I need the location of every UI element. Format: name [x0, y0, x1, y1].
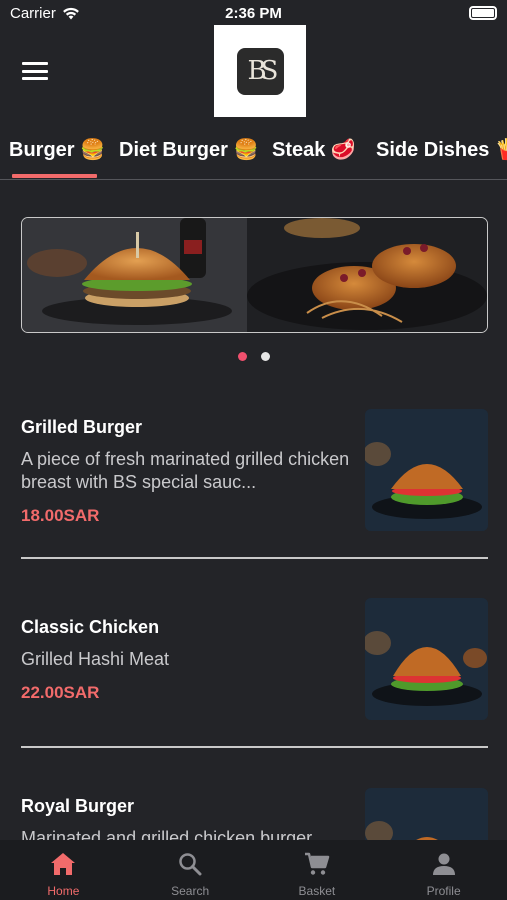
tab-steak[interactable]: Steak 🥩	[272, 138, 356, 178]
status-time: 2:36 PM	[225, 5, 282, 22]
item-description: A piece of fresh marinated grilled chick…	[21, 449, 350, 492]
search-icon	[178, 850, 202, 878]
menu-item[interactable]: Royal Burger Marinated and grilled chick…	[21, 788, 488, 840]
nav-label: Home	[47, 884, 80, 898]
tab-burger[interactable]: Burger 🍔	[9, 138, 105, 178]
carousel-dot-active[interactable]	[237, 352, 247, 361]
nav-label: Basket	[298, 884, 336, 898]
brand-logo: BS	[214, 25, 306, 117]
nav-basket[interactable]: Basket	[254, 840, 381, 900]
category-tabs: Burger 🍔 Diet Burger 🍔 Steak 🥩 Side Dish…	[0, 130, 507, 180]
logo-mark: BS	[236, 47, 284, 95]
item-image	[365, 598, 488, 720]
nav-label: Profile	[426, 884, 461, 898]
item-title: Grilled Burger	[21, 417, 143, 437]
item-image	[365, 409, 488, 531]
hamburger-line	[22, 77, 48, 80]
tab-side-dishes[interactable]: Side Dishes 🍟	[376, 138, 507, 178]
cart-icon	[304, 850, 330, 878]
item-title: Royal Burger	[21, 796, 135, 816]
carousel-dots	[0, 352, 507, 361]
tab-diet-burger[interactable]: Diet Burger 🍔	[119, 138, 258, 178]
item-price: 22.00SAR	[21, 683, 100, 702]
nav-search[interactable]: Search	[127, 840, 254, 900]
menu-item[interactable]: Grilled Burger A piece of fresh marinate…	[21, 409, 488, 534]
item-title: Classic Chicken	[21, 617, 160, 637]
divider	[21, 557, 488, 559]
status-bar: Carrier 2:36 PM	[0, 0, 507, 26]
menu-item[interactable]: Classic Chicken Grilled Hashi Meat 22.00…	[21, 598, 488, 723]
item-description: Grilled Hashi Meat	[21, 649, 170, 669]
carousel-dot[interactable]	[260, 352, 270, 361]
active-tab-indicator	[12, 174, 97, 178]
hamburger-line	[22, 62, 48, 65]
item-description: Marinated and grilled chicken burger	[21, 828, 313, 840]
carousel-image	[22, 218, 487, 332]
person-icon	[432, 850, 456, 878]
nav-profile[interactable]: Profile	[380, 840, 507, 900]
item-image	[365, 788, 488, 840]
home-icon	[50, 850, 76, 878]
nav-home[interactable]: Home	[0, 840, 127, 900]
item-price: 18.00SAR	[21, 506, 100, 525]
nav-label: Search	[171, 884, 210, 898]
menu-button[interactable]	[22, 60, 48, 82]
promo-carousel[interactable]	[21, 217, 488, 333]
divider	[21, 746, 488, 748]
hamburger-line	[22, 69, 48, 73]
bottom-tab-bar: Home Search Basket Profile	[0, 840, 507, 900]
battery-icon	[469, 6, 497, 20]
